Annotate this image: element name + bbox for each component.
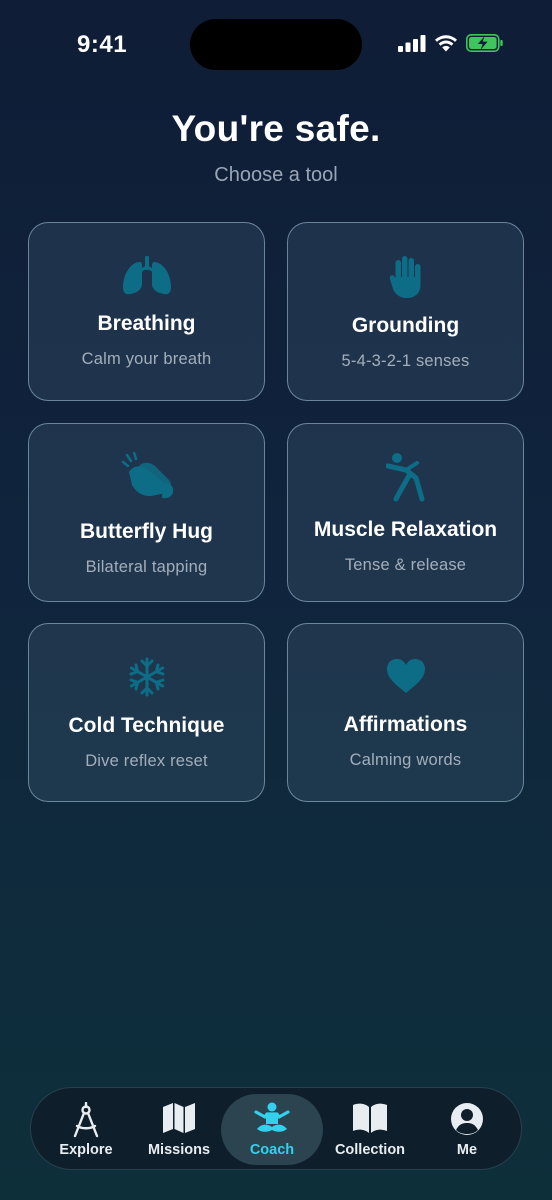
compass-icon	[43, 1102, 129, 1138]
tool-card-description: 5-4-3-2-1 senses	[341, 352, 470, 370]
tab-label: Me	[456, 1142, 478, 1158]
tool-card-grounding[interactable]: Grounding 5-4-3-2-1 senses	[287, 222, 524, 401]
map-icon	[135, 1102, 223, 1134]
tab-me[interactable]: Me	[423, 1088, 511, 1171]
battery-charging-icon	[466, 34, 503, 52]
lungs-icon	[29, 256, 264, 296]
tab-bar: Explore Missions Coach Collection Me	[30, 1087, 522, 1170]
tool-card-description: Calming words	[349, 751, 462, 769]
tab-coach[interactable]: Coach	[221, 1088, 323, 1171]
stretching-figure-icon	[288, 452, 523, 502]
tab-label: Collection	[334, 1142, 406, 1158]
page-title: You're safe.	[171, 108, 381, 149]
tool-card-description: Bilateral tapping	[85, 558, 208, 576]
header: You're safe. Choose a tool	[0, 108, 552, 187]
tool-card-title: Muscle Relaxation	[313, 518, 498, 541]
tool-card-description: Tense & release	[344, 556, 467, 574]
tool-card-title: Affirmations	[343, 713, 468, 736]
tool-card-description: Calm your breath	[81, 350, 212, 368]
tool-card-butterfly-hug[interactable]: Butterfly Hug Bilateral tapping	[28, 423, 265, 602]
tool-card-affirmations[interactable]: Affirmations Calming words	[287, 623, 524, 802]
heart-icon	[288, 658, 523, 694]
tool-card-breathing[interactable]: Breathing Calm your breath	[28, 222, 265, 401]
meditation-icon	[221, 1102, 323, 1134]
tool-card-cold-technique[interactable]: Cold Technique Dive reflex reset	[28, 623, 265, 802]
tab-label: Coach	[249, 1142, 295, 1158]
status-bar: 9:41	[0, 0, 552, 90]
person-icon	[423, 1102, 511, 1136]
tab-label: Missions	[147, 1142, 211, 1158]
tab-explore[interactable]: Explore	[43, 1088, 129, 1171]
status-time: 9:41	[77, 31, 128, 58]
tool-card-muscle-relaxation[interactable]: Muscle Relaxation Tense & release	[287, 423, 524, 602]
dynamic-island	[190, 19, 362, 70]
cellular-signal-icon	[398, 34, 426, 52]
snowflake-icon	[29, 657, 264, 697]
tool-card-title: Grounding	[351, 314, 460, 337]
status-icons	[398, 34, 504, 52]
tool-card-title: Butterfly Hug	[80, 520, 213, 543]
clapping-hands-icon	[29, 452, 264, 500]
hand-icon	[288, 255, 523, 299]
tool-card-title: Cold Technique	[68, 714, 225, 737]
page-subtitle: Choose a tool	[214, 164, 338, 186]
tab-label: Explore	[59, 1142, 113, 1158]
tab-collection[interactable]: Collection	[325, 1088, 415, 1171]
tool-card-description: Dive reflex reset	[85, 752, 208, 770]
tool-card-title: Breathing	[97, 312, 196, 335]
book-icon	[325, 1102, 415, 1134]
wifi-icon	[435, 35, 457, 52]
tab-missions[interactable]: Missions	[135, 1088, 223, 1171]
